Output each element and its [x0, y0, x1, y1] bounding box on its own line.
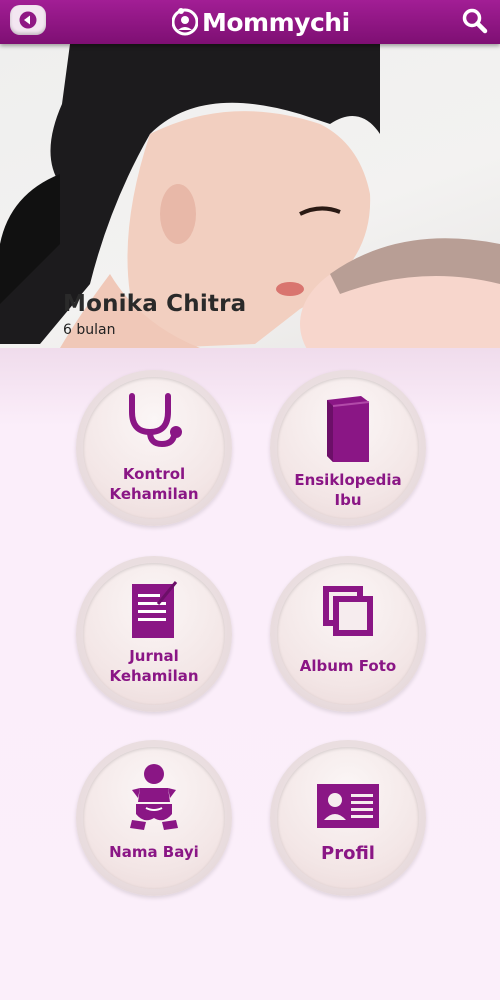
- app-name: Mommychi: [202, 7, 350, 37]
- menu-label-line1: Nama Bayi: [109, 843, 199, 861]
- menu-label-line1: Album Foto: [299, 657, 397, 675]
- menu-item-profil[interactable]: Profil: [270, 740, 426, 896]
- menu-label: Jurnal Kehamilan: [76, 646, 232, 686]
- profile-card-icon: [317, 784, 379, 828]
- menu-label: Kontrol Kehamilan: [76, 464, 232, 504]
- menu-item-nama-bayi[interactable]: Nama Bayi: [76, 740, 232, 896]
- app-header: Mommychi: [0, 0, 500, 44]
- menu-label-line1: Ensiklopedia: [294, 471, 402, 489]
- menu-label: Profil: [270, 844, 426, 864]
- menu-label-line1: Kontrol: [122, 465, 186, 483]
- menu-label-line1: Profil: [321, 843, 375, 864]
- photo-album-icon: [323, 586, 373, 636]
- profile-hero: Monika Chitra 6 bulan: [0, 44, 500, 348]
- menu-item-kontrol-kehamilan[interactable]: Kontrol Kehamilan: [76, 370, 232, 526]
- menu-label: Ensiklopedia Ibu: [270, 470, 426, 510]
- menu-label-line2: Kehamilan: [109, 667, 199, 685]
- search-icon[interactable]: [462, 8, 488, 34]
- main-menu: Kontrol Kehamilan Ensiklopedia Ibu Jurna…: [0, 348, 500, 1000]
- mommychi-logo-icon: [172, 8, 198, 36]
- menu-item-album-foto[interactable]: Album Foto: [270, 556, 426, 712]
- book-icon: [327, 396, 370, 462]
- menu-item-ensiklopedia-ibu[interactable]: Ensiklopedia Ibu: [270, 370, 426, 526]
- app-logo: Mommychi: [172, 4, 350, 40]
- menu-label: Album Foto: [270, 656, 426, 676]
- back-button[interactable]: [10, 5, 46, 35]
- profile-age: 6 bulan: [63, 322, 116, 338]
- profile-name: Monika Chitra: [63, 291, 247, 317]
- menu-label-line2: Ibu: [334, 491, 362, 509]
- stethoscope-icon: [129, 393, 182, 448]
- menu-item-jurnal-kehamilan[interactable]: Jurnal Kehamilan: [76, 556, 232, 712]
- baby-icon: [130, 764, 178, 830]
- back-arrow-icon: [19, 11, 37, 29]
- journal-icon: [132, 581, 178, 638]
- menu-label-line1: Jurnal: [129, 647, 179, 665]
- menu-label: Nama Bayi: [76, 842, 232, 862]
- menu-label-line2: Kehamilan: [109, 485, 199, 503]
